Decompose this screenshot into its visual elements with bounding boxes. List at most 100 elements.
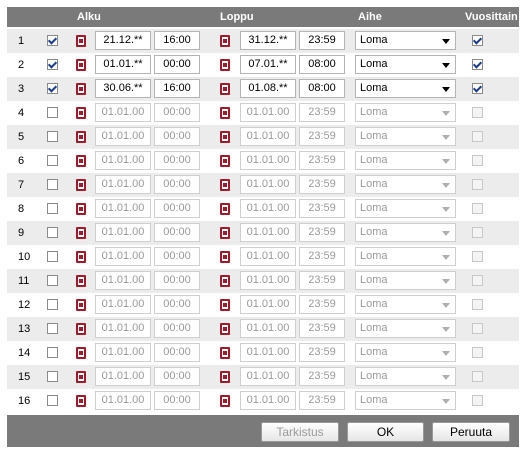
- calendar-icon[interactable]: [220, 107, 230, 119]
- start-date-field[interactable]: 01.01.00: [95, 319, 151, 338]
- enable-checkbox[interactable]: [47, 203, 58, 214]
- subject-select[interactable]: Loma: [355, 271, 456, 290]
- enable-checkbox[interactable]: [47, 131, 58, 142]
- end-date-field[interactable]: 01.01.00: [240, 367, 296, 386]
- enable-checkbox[interactable]: [47, 83, 58, 94]
- start-time-field[interactable]: 00:00: [154, 343, 200, 362]
- yearly-checkbox[interactable]: [472, 59, 483, 70]
- enable-checkbox[interactable]: [47, 155, 58, 166]
- subject-select[interactable]: Loma: [355, 319, 456, 338]
- end-time-field[interactable]: 23:59: [299, 247, 345, 266]
- yearly-checkbox[interactable]: [472, 35, 483, 46]
- calendar-icon[interactable]: [220, 35, 230, 47]
- end-date-field[interactable]: 01.01.00: [240, 223, 296, 242]
- start-date-field[interactable]: 01.01.00: [95, 223, 151, 242]
- calendar-icon[interactable]: [76, 347, 86, 359]
- calendar-icon[interactable]: [76, 323, 86, 335]
- calendar-icon[interactable]: [220, 155, 230, 167]
- calendar-icon[interactable]: [76, 203, 86, 215]
- yearly-checkbox[interactable]: [472, 179, 483, 190]
- calendar-icon[interactable]: [220, 179, 230, 191]
- end-date-field[interactable]: 01.01.00: [240, 295, 296, 314]
- end-time-field[interactable]: 23:59: [299, 199, 345, 218]
- start-time-field[interactable]: 00:00: [154, 367, 200, 386]
- end-date-field[interactable]: 01.01.00: [240, 271, 296, 290]
- yearly-checkbox[interactable]: [472, 227, 483, 238]
- subject-select[interactable]: Loma: [355, 55, 456, 74]
- enable-checkbox[interactable]: [47, 179, 58, 190]
- enable-checkbox[interactable]: [47, 35, 58, 46]
- calendar-icon[interactable]: [76, 131, 86, 143]
- calendar-icon[interactable]: [220, 203, 230, 215]
- yearly-checkbox[interactable]: [472, 251, 483, 262]
- calendar-icon[interactable]: [220, 323, 230, 335]
- calendar-icon[interactable]: [220, 299, 230, 311]
- calendar-icon[interactable]: [220, 275, 230, 287]
- yearly-checkbox[interactable]: [472, 275, 483, 286]
- start-date-field[interactable]: 01.01.00: [95, 391, 151, 410]
- end-date-field[interactable]: 01.01.00: [240, 391, 296, 410]
- calendar-icon[interactable]: [76, 299, 86, 311]
- yearly-checkbox[interactable]: [472, 203, 483, 214]
- yearly-checkbox[interactable]: [472, 155, 483, 166]
- yearly-checkbox[interactable]: [472, 299, 483, 310]
- start-time-field[interactable]: 00:00: [154, 271, 200, 290]
- subject-select[interactable]: Loma: [355, 31, 456, 50]
- subject-select[interactable]: Loma: [355, 295, 456, 314]
- yearly-checkbox[interactable]: [472, 107, 483, 118]
- calendar-icon[interactable]: [220, 83, 230, 95]
- start-date-field[interactable]: 21.12.**: [95, 31, 151, 50]
- yearly-checkbox[interactable]: [472, 323, 483, 334]
- enable-checkbox[interactable]: [47, 251, 58, 262]
- calendar-icon[interactable]: [76, 179, 86, 191]
- end-date-field[interactable]: 31.12.**: [240, 31, 296, 50]
- end-date-field[interactable]: 01.08.**: [240, 79, 296, 98]
- yearly-checkbox[interactable]: [472, 131, 483, 142]
- enable-checkbox[interactable]: [47, 371, 58, 382]
- subject-select[interactable]: Loma: [355, 391, 456, 410]
- calendar-icon[interactable]: [220, 347, 230, 359]
- start-date-field[interactable]: 01.01.00: [95, 103, 151, 122]
- end-time-field[interactable]: 23:59: [299, 271, 345, 290]
- subject-select[interactable]: Loma: [355, 199, 456, 218]
- start-date-field[interactable]: 01.01.00: [95, 367, 151, 386]
- start-time-field[interactable]: 00:00: [154, 175, 200, 194]
- start-date-field[interactable]: 30.06.**: [95, 79, 151, 98]
- calendar-icon[interactable]: [220, 227, 230, 239]
- end-time-field[interactable]: 08:00: [299, 79, 345, 98]
- calendar-icon[interactable]: [76, 155, 86, 167]
- start-date-field[interactable]: 01.01.00: [95, 175, 151, 194]
- calendar-icon[interactable]: [76, 227, 86, 239]
- start-time-field[interactable]: 00:00: [154, 391, 200, 410]
- subject-select[interactable]: Loma: [355, 175, 456, 194]
- end-time-field[interactable]: 23:59: [299, 103, 345, 122]
- start-time-field[interactable]: 00:00: [154, 55, 200, 74]
- end-time-field[interactable]: 23:59: [299, 343, 345, 362]
- start-time-field[interactable]: 00:00: [154, 223, 200, 242]
- end-date-field[interactable]: 01.01.00: [240, 199, 296, 218]
- end-time-field[interactable]: 23:59: [299, 319, 345, 338]
- end-time-field[interactable]: 08:00: [299, 55, 345, 74]
- enable-checkbox[interactable]: [47, 227, 58, 238]
- end-date-field[interactable]: 01.01.00: [240, 343, 296, 362]
- yearly-checkbox[interactable]: [472, 83, 483, 94]
- start-date-field[interactable]: 01.01.00: [95, 247, 151, 266]
- enable-checkbox[interactable]: [47, 59, 58, 70]
- subject-select[interactable]: Loma: [355, 223, 456, 242]
- calendar-icon[interactable]: [76, 395, 86, 407]
- start-date-field[interactable]: 01.01.**: [95, 55, 151, 74]
- yearly-checkbox[interactable]: [472, 371, 483, 382]
- start-time-field[interactable]: 00:00: [154, 319, 200, 338]
- end-date-field[interactable]: 01.01.00: [240, 127, 296, 146]
- start-time-field[interactable]: 00:00: [154, 295, 200, 314]
- end-date-field[interactable]: 01.01.00: [240, 319, 296, 338]
- subject-select[interactable]: Loma: [355, 343, 456, 362]
- cancel-button[interactable]: Peruuta: [432, 422, 510, 442]
- end-time-field[interactable]: 23:59: [299, 175, 345, 194]
- start-date-field[interactable]: 01.01.00: [95, 271, 151, 290]
- end-date-field[interactable]: 01.01.00: [240, 247, 296, 266]
- yearly-checkbox[interactable]: [472, 395, 483, 406]
- start-date-field[interactable]: 01.01.00: [95, 199, 151, 218]
- calendar-icon[interactable]: [220, 59, 230, 71]
- calendar-icon[interactable]: [76, 107, 86, 119]
